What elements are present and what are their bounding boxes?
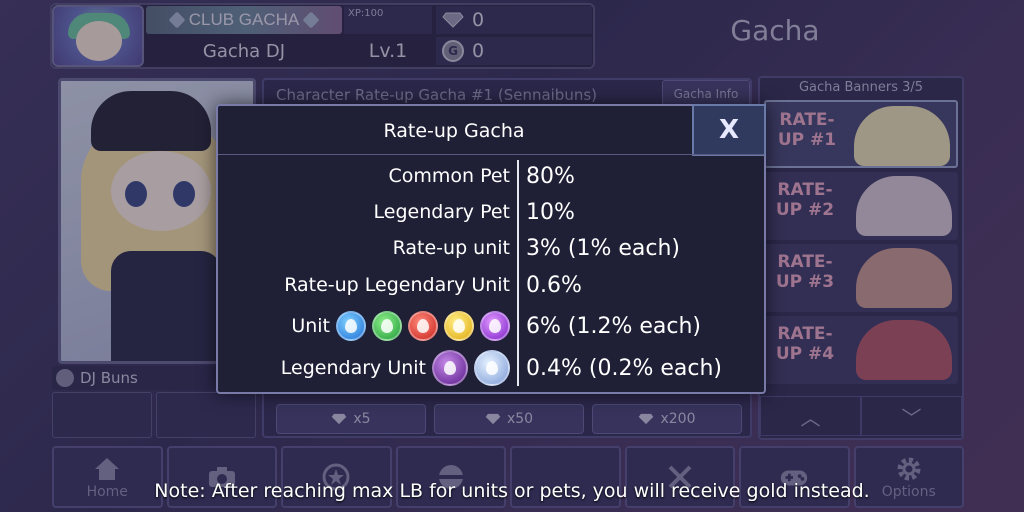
banner-label: RATE-UP #2 (775, 180, 835, 220)
pull-button-3[interactable]: x200 (592, 404, 742, 434)
pull-button-1[interactable]: x5 (276, 404, 426, 434)
banner-label: RATE-UP #3 (775, 252, 835, 292)
fire-orb-icon (408, 311, 438, 341)
pull-cost: x5 (353, 411, 371, 427)
gold-counter[interactable]: G 0 (436, 37, 592, 65)
banner-label: RATE-UP #1 (777, 110, 837, 150)
dialog-title: Rate-up Gacha (383, 120, 525, 142)
column-divider (517, 160, 519, 386)
player-avatar[interactable] (52, 5, 144, 67)
rate-value-legendary-unit: 0.4% (0.2% each) (526, 356, 722, 381)
gem-icon (168, 11, 186, 29)
legendary-light-orb-icon (474, 350, 510, 386)
banner-label: RATE-UP #4 (775, 324, 835, 364)
note-text: Note: After reaching max LB for units or… (154, 480, 870, 502)
banner-list-title: Gacha Banners 3/5 (798, 80, 924, 95)
pull-cost: x50 (506, 411, 534, 427)
rate-label-legendary-unit-row: Legendary Unit (281, 350, 510, 386)
gems-count: 0 (472, 9, 485, 31)
divider (218, 154, 764, 155)
diamond-icon (442, 12, 464, 28)
rate-value-legendary-pet: 10% (526, 200, 575, 225)
banner-title: Character Rate-up Gacha #1 (Sennaibuns) (276, 86, 598, 104)
water-orb-icon (336, 311, 366, 341)
rate-label-rate-up-unit: Rate-up unit (392, 237, 510, 259)
chevron-up-icon: ︿ (800, 405, 821, 430)
banner-art (856, 320, 952, 380)
dark-orb-icon (480, 311, 510, 341)
character-name: DJ Buns (80, 369, 138, 387)
light-orb-icon (444, 311, 474, 341)
banner-art (856, 248, 952, 308)
character-skills (52, 392, 256, 438)
banner-item-3[interactable]: RATE-UP #3 (764, 244, 958, 312)
diamond-icon (485, 413, 501, 425)
club-label: CLUB GACHA (188, 10, 300, 29)
scroll-up-button[interactable]: ︿ (760, 396, 861, 436)
rate-label-common-pet: Common Pet (388, 165, 510, 187)
skill-slot[interactable] (52, 392, 152, 438)
xp-label: XP:100 (344, 6, 432, 34)
diamond-icon (332, 413, 347, 425)
rate-value-unit: 6% (1.2% each) (526, 314, 702, 339)
rate-label-unit-row: Unit (291, 311, 510, 341)
rate-label-legendary-unit: Legendary Unit (280, 357, 426, 379)
close-button[interactable]: X (692, 104, 766, 156)
screen-title: Gacha (730, 14, 820, 47)
rate-label-unit: Unit (291, 315, 330, 337)
banner-item-2[interactable]: RATE-UP #2 (764, 172, 958, 240)
banner-list-arrows: ︿ ﹀ (760, 396, 962, 436)
wind-orb-icon (372, 311, 402, 341)
rate-value-rate-up-unit: 3% (1% each) (526, 236, 681, 261)
legendary-dark-orb-icon (432, 350, 468, 386)
element-icon (56, 369, 74, 387)
diamond-icon (639, 413, 654, 425)
gold-count: 0 (472, 40, 485, 62)
chevron-down-icon: ﹀ (901, 405, 922, 430)
rate-value-common-pet: 80% (526, 164, 575, 189)
rate-label-rate-up-legendary-unit: Rate-up Legendary Unit (284, 274, 510, 296)
skill-slot[interactable] (156, 392, 256, 438)
level-label: Lv.1 (368, 40, 408, 62)
banner-art (854, 106, 950, 166)
player-name: Gacha DJ (202, 40, 286, 62)
pull-cost: x200 (660, 411, 696, 427)
rate-label-legendary-pet: Legendary Pet (373, 201, 510, 223)
gold-coin-icon: G (442, 40, 464, 62)
rate-value-rate-up-legendary-unit: 0.6% (526, 273, 582, 298)
banner-item-1[interactable]: RATE-UP #1 (764, 100, 958, 168)
banner-art (856, 176, 952, 236)
banner-item-4[interactable]: RATE-UP #4 (764, 316, 958, 384)
pull-button-2[interactable]: x50 (434, 404, 584, 434)
gems-counter[interactable]: 0 (436, 6, 592, 34)
close-icon: X (718, 115, 740, 145)
gem-icon (302, 11, 320, 29)
scroll-down-button[interactable]: ﹀ (861, 396, 962, 436)
club-banner[interactable]: CLUB GACHA (146, 6, 342, 34)
